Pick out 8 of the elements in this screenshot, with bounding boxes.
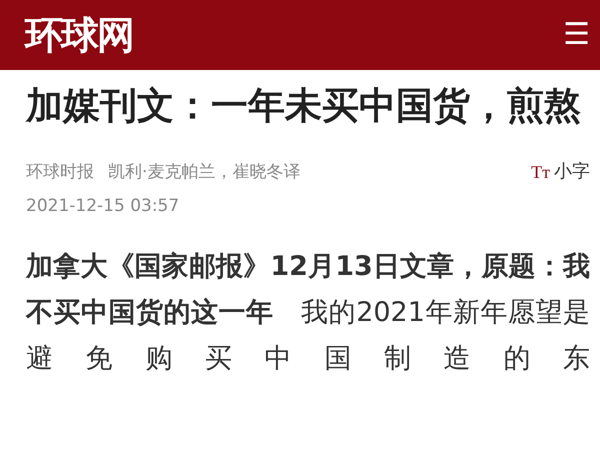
site-logo[interactable]: 环球网 [25, 16, 133, 54]
author-text: 凯利·麦克帕兰，崔晓冬译 [108, 161, 300, 184]
article-paragraph: 加拿大《国家邮报》12月13日文章，原题：我不买中国货的这一年 我的2021年新年愿望是避免购买中国制造的东 [26, 250, 590, 376]
source-text: 环球时报 [26, 161, 94, 184]
publish-date: 2021-12-15 03:57 [26, 195, 180, 218]
font-size-button[interactable]: Tт 小字 [531, 160, 590, 184]
article-title: 加媒刊文：一年未买中国货，煎熬 [26, 83, 582, 129]
menu-button[interactable]: ☰ [563, 20, 590, 50]
